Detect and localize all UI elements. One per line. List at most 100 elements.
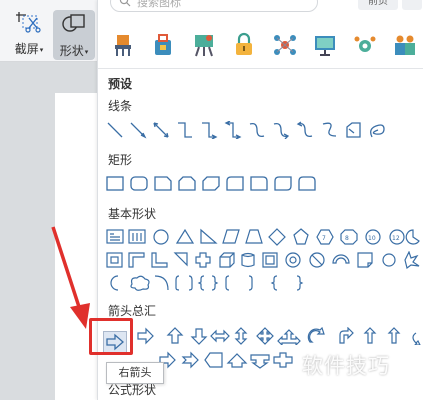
- basic-shapes-row-2: [106, 251, 420, 269]
- pentagon-arrow-shape[interactable]: [204, 352, 223, 368]
- bag-icon[interactable]: [150, 32, 176, 58]
- snip-same-side-rectangle-shape[interactable]: [178, 176, 196, 191]
- down-arrow-shape[interactable]: [190, 328, 208, 345]
- curved-arrow-connector-shape[interactable]: [273, 122, 290, 139]
- elbow-double-arrow-connector-shape[interactable]: [224, 121, 242, 139]
- donut-shape[interactable]: [285, 252, 301, 268]
- quad-arrow-callout-shape[interactable]: [273, 352, 293, 368]
- chevron-down-icon: ▾: [84, 47, 89, 56]
- parallelogram-shape[interactable]: [222, 229, 240, 244]
- l-shape[interactable]: [151, 252, 168, 268]
- divider: [98, 68, 423, 69]
- chair-icon[interactable]: [110, 32, 136, 58]
- double-bracket-shape[interactable]: [175, 275, 193, 291]
- section-lines-title: 线条: [108, 99, 133, 113]
- decagon-number: 10: [368, 235, 376, 242]
- rounded-rectangle-shape[interactable]: [130, 176, 148, 191]
- block-arc-shape[interactable]: [332, 254, 350, 264]
- arrow-line-shape[interactable]: [130, 122, 147, 139]
- prev-page-button[interactable]: 前页: [358, 0, 398, 10]
- left-right-up-arrow-shape[interactable]: [277, 329, 301, 345]
- text-box-lines: [110, 233, 120, 241]
- round-single-corner-rectangle-shape[interactable]: [250, 176, 268, 191]
- round-diagonal-rectangle-shape[interactable]: [274, 176, 292, 191]
- basic-shapes-row-3: [110, 275, 304, 291]
- diagonal-stripe-shape[interactable]: [173, 252, 188, 267]
- round-same-side-rectangle-shape[interactable]: [298, 176, 316, 191]
- curved-double-arrow-connector-shape[interactable]: [296, 121, 313, 138]
- pentagon-shape[interactable]: [293, 228, 309, 245]
- rectangle-shape[interactable]: [106, 176, 124, 191]
- double-brace-shape[interactable]: [197, 275, 219, 291]
- people-icon[interactable]: [392, 32, 418, 58]
- next-page-button[interactable]: [402, 0, 422, 10]
- watermark: 软件技巧: [302, 354, 390, 378]
- u-turn-arrow-shape[interactable]: [339, 327, 354, 344]
- lock-icon[interactable]: [231, 32, 257, 58]
- down-arrow-callout-shape[interactable]: [250, 354, 270, 369]
- octagon-shape[interactable]: [340, 229, 358, 245]
- double-arrow-line-shape[interactable]: [153, 122, 169, 138]
- cube-shape[interactable]: [219, 252, 235, 268]
- folded-corner-shape[interactable]: [357, 252, 373, 268]
- plus-shape[interactable]: [195, 252, 211, 268]
- bent-up-arrow-shape[interactable]: [387, 327, 401, 344]
- screenshot-button[interactable]: 截屏▾: [8, 8, 50, 60]
- hexagon-number: 7: [322, 235, 326, 242]
- arc-shape[interactable]: [154, 275, 169, 291]
- chevron-down-icon: ▾: [39, 45, 44, 54]
- left-arrow-shape[interactable]: [137, 327, 154, 345]
- bent-arrow-shape[interactable]: [307, 327, 325, 343]
- gear-share-icon[interactable]: [352, 32, 378, 58]
- smiley-face-shape[interactable]: [382, 253, 396, 267]
- triangle-shape[interactable]: [175, 228, 195, 244]
- dodecagon-number: 12: [392, 235, 400, 242]
- right-bracket-shape[interactable]: [248, 275, 253, 291]
- left-up-arrow-shape[interactable]: [363, 327, 377, 344]
- curved-connector-shape[interactable]: [249, 122, 265, 138]
- curved-right-arrow-shape[interactable]: [412, 332, 421, 345]
- half-frame-shape[interactable]: [128, 252, 145, 268]
- frame-shape[interactable]: [106, 252, 123, 268]
- moon-shape[interactable]: [110, 275, 119, 291]
- pie-shape[interactable]: [405, 229, 420, 245]
- snip-diagonal-rectangle-shape[interactable]: [202, 176, 220, 191]
- shapes-button[interactable]: 形状▾: [53, 10, 95, 60]
- line-shape[interactable]: [107, 122, 123, 138]
- cloud-shape[interactable]: [130, 275, 150, 291]
- elbow-connector-shape[interactable]: [178, 122, 192, 138]
- snip-corner-rectangle-shape[interactable]: [154, 176, 172, 191]
- can-shape[interactable]: [241, 252, 255, 268]
- search-input[interactable]: 搜索图标: [110, 0, 318, 12]
- trapezoid-shape[interactable]: [245, 229, 263, 244]
- quad-arrow-shape[interactable]: [256, 327, 274, 345]
- bevel-shape[interactable]: [262, 252, 278, 268]
- section-basic-shapes-title: 基本形状: [108, 207, 157, 221]
- chevron-up-shape[interactable]: [226, 353, 248, 368]
- freeform-shape[interactable]: [346, 122, 361, 138]
- round-corner-rectangle-shape[interactable]: [226, 176, 244, 191]
- diamond-shape[interactable]: [268, 228, 286, 246]
- curve-shape[interactable]: [322, 122, 337, 137]
- vertical-text-box-lines: [132, 233, 142, 241]
- left-bracket-shape[interactable]: [225, 275, 230, 291]
- recommended-title: 预设: [108, 77, 133, 91]
- easel-icon[interactable]: [191, 32, 217, 58]
- shapes-panel: 搜索图标 前页 预设 线条 矩形 基本形状 7 8 10 12 箭头总汇 公式形…: [97, 0, 423, 400]
- oval-shape[interactable]: [153, 229, 169, 245]
- up-arrow-shape[interactable]: [166, 327, 184, 344]
- pointer-arrow-icon: [51, 226, 90, 329]
- tooltip: 右箭头: [106, 362, 164, 384]
- explosion-shape[interactable]: [404, 251, 420, 269]
- notched-right-arrow-shape[interactable]: [181, 351, 199, 369]
- up-down-arrow-shape[interactable]: [234, 327, 248, 345]
- monitor-icon[interactable]: [312, 32, 338, 58]
- scribble-shape[interactable]: [370, 124, 385, 138]
- network-icon[interactable]: [272, 32, 298, 58]
- donut-inner: [289, 256, 297, 264]
- left-right-arrow-shape[interactable]: [210, 329, 230, 343]
- elbow-arrow-connector-shape[interactable]: [202, 122, 218, 139]
- right-brace-shape[interactable]: [296, 275, 304, 291]
- right-triangle-shape[interactable]: [200, 228, 218, 244]
- left-brace-shape[interactable]: [270, 275, 278, 291]
